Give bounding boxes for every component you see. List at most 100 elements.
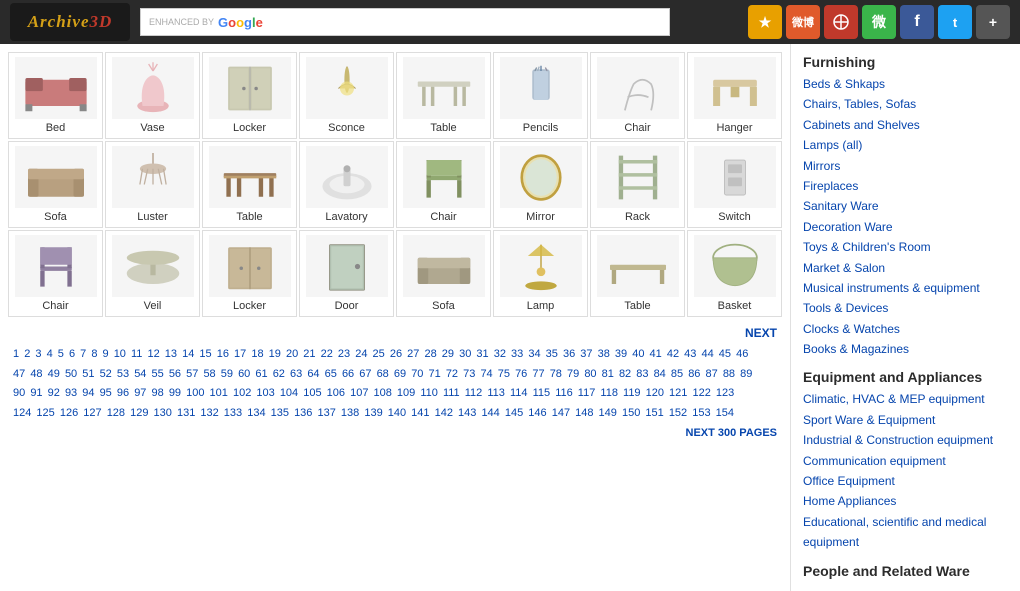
page-link[interactable]: 34 bbox=[528, 348, 540, 360]
sidebar-link-1-4[interactable]: Office Equipment bbox=[803, 471, 1008, 491]
page-link[interactable]: 27 bbox=[407, 348, 419, 360]
grid-item-chair-16[interactable]: Chair bbox=[8, 230, 103, 317]
page-link[interactable]: 102 bbox=[233, 387, 251, 399]
page-link[interactable]: 89 bbox=[740, 368, 752, 380]
page-link[interactable]: 20 bbox=[286, 348, 298, 360]
sidebar-link-0-2[interactable]: Cabinets and Shelves bbox=[803, 115, 1008, 135]
page-link[interactable]: 110 bbox=[420, 387, 438, 399]
sidebar-link-1-1[interactable]: Sport Ware & Equipment bbox=[803, 410, 1008, 430]
page-link[interactable]: 97 bbox=[134, 387, 146, 399]
page-link[interactable]: 1 bbox=[13, 348, 19, 360]
page-link[interactable]: 2 bbox=[24, 348, 30, 360]
page-link[interactable]: 106 bbox=[327, 387, 345, 399]
grid-item-table-10[interactable]: Table bbox=[202, 141, 297, 228]
page-link[interactable]: 18 bbox=[251, 348, 263, 360]
grid-item-lamp-21[interactable]: Lamp bbox=[493, 230, 588, 317]
page-link[interactable]: 109 bbox=[397, 387, 415, 399]
grid-item-locker-18[interactable]: Locker bbox=[202, 230, 297, 317]
page-link[interactable]: 151 bbox=[645, 407, 663, 419]
page-link[interactable]: 90 bbox=[13, 387, 25, 399]
page-link[interactable]: 25 bbox=[373, 348, 385, 360]
page-link[interactable]: 94 bbox=[82, 387, 94, 399]
page-link[interactable]: 129 bbox=[130, 407, 148, 419]
page-link[interactable]: 64 bbox=[307, 368, 319, 380]
wechat-button[interactable]: 微 bbox=[862, 5, 896, 39]
grid-item-lavatory-11[interactable]: Lavatory bbox=[299, 141, 394, 228]
page-link[interactable]: 87 bbox=[706, 368, 718, 380]
sidebar-link-0-4[interactable]: Mirrors bbox=[803, 156, 1008, 176]
grid-item-table-4[interactable]: Table bbox=[396, 52, 491, 139]
page-link[interactable]: 123 bbox=[716, 387, 734, 399]
page-link[interactable]: 115 bbox=[533, 387, 551, 399]
page-link[interactable]: 54 bbox=[134, 368, 146, 380]
page-link[interactable]: 131 bbox=[177, 407, 195, 419]
page-link[interactable]: 11 bbox=[131, 348, 142, 360]
page-link[interactable]: 65 bbox=[325, 368, 337, 380]
sidebar-link-0-3[interactable]: Lamps (all) bbox=[803, 135, 1008, 155]
page-link[interactable]: 15 bbox=[199, 348, 211, 360]
page-link[interactable]: 114 bbox=[510, 387, 528, 399]
page-link[interactable]: 23 bbox=[338, 348, 350, 360]
page-link[interactable]: 80 bbox=[584, 368, 596, 380]
page-link[interactable]: 121 bbox=[669, 387, 687, 399]
page-link[interactable]: 119 bbox=[623, 387, 641, 399]
grid-item-pencils-5[interactable]: Pencils bbox=[493, 52, 588, 139]
sidebar-link-0-9[interactable]: Market & Salon bbox=[803, 258, 1008, 278]
page-link[interactable]: 30 bbox=[459, 348, 471, 360]
page-link[interactable]: 140 bbox=[388, 407, 406, 419]
grid-item-veil-17[interactable]: Veil bbox=[105, 230, 200, 317]
page-link[interactable]: 59 bbox=[221, 368, 233, 380]
page-link[interactable]: 145 bbox=[505, 407, 523, 419]
grid-item-switch-15[interactable]: Switch bbox=[687, 141, 782, 228]
grid-item-luster-9[interactable]: Luster bbox=[105, 141, 200, 228]
page-link[interactable]: 122 bbox=[692, 387, 710, 399]
page-link[interactable]: 92 bbox=[48, 387, 60, 399]
page-link[interactable]: 82 bbox=[619, 368, 631, 380]
page-link[interactable]: 42 bbox=[667, 348, 679, 360]
page-link[interactable]: 134 bbox=[247, 407, 265, 419]
page-link[interactable]: 107 bbox=[350, 387, 368, 399]
page-link[interactable]: 105 bbox=[303, 387, 321, 399]
page-link[interactable]: 150 bbox=[622, 407, 640, 419]
page-link[interactable]: 118 bbox=[600, 387, 618, 399]
page-link[interactable]: 29 bbox=[442, 348, 454, 360]
page-link[interactable]: 117 bbox=[578, 387, 596, 399]
page-link[interactable]: 43 bbox=[684, 348, 696, 360]
weibo-button[interactable]: 微博 bbox=[786, 5, 820, 39]
page-link[interactable]: 39 bbox=[615, 348, 627, 360]
more-button[interactable]: + bbox=[976, 5, 1010, 39]
next-300-link[interactable]: NEXT 300 PAGES bbox=[686, 427, 778, 439]
page-link[interactable]: 130 bbox=[154, 407, 172, 419]
page-link[interactable]: 33 bbox=[511, 348, 523, 360]
page-link[interactable]: 112 bbox=[465, 387, 483, 399]
page-link[interactable]: 78 bbox=[550, 368, 562, 380]
page-link[interactable]: 26 bbox=[390, 348, 402, 360]
sidebar-link-0-6[interactable]: Sanitary Ware bbox=[803, 196, 1008, 216]
page-link[interactable]: 19 bbox=[269, 348, 281, 360]
next-link[interactable]: NEXT bbox=[745, 326, 777, 340]
page-link[interactable]: 9 bbox=[103, 348, 109, 360]
page-link[interactable]: 21 bbox=[303, 348, 315, 360]
page-link[interactable]: 69 bbox=[394, 368, 406, 380]
grid-item-locker-2[interactable]: Locker bbox=[202, 52, 297, 139]
page-link[interactable]: 128 bbox=[107, 407, 125, 419]
page-link[interactable]: 93 bbox=[65, 387, 77, 399]
facebook-button[interactable]: f bbox=[900, 5, 934, 39]
page-link[interactable]: 51 bbox=[82, 368, 94, 380]
page-link[interactable]: 56 bbox=[169, 368, 181, 380]
page-link[interactable]: 132 bbox=[200, 407, 218, 419]
page-link[interactable]: 101 bbox=[210, 387, 228, 399]
sidebar-link-0-0[interactable]: Beds & Shkaps bbox=[803, 74, 1008, 94]
page-link[interactable]: 95 bbox=[100, 387, 112, 399]
page-link[interactable]: 3 bbox=[35, 348, 41, 360]
logo[interactable]: Archive3D bbox=[10, 3, 130, 41]
page-link[interactable]: 8 bbox=[91, 348, 97, 360]
sidebar-link-0-1[interactable]: Chairs, Tables, Sofas bbox=[803, 94, 1008, 114]
page-link[interactable]: 149 bbox=[599, 407, 617, 419]
page-link[interactable]: 60 bbox=[238, 368, 250, 380]
page-link[interactable]: 14 bbox=[182, 348, 194, 360]
sidebar-link-1-3[interactable]: Communication equipment bbox=[803, 451, 1008, 471]
page-link[interactable]: 50 bbox=[65, 368, 77, 380]
page-link[interactable]: 41 bbox=[650, 348, 662, 360]
grid-item-vase-1[interactable]: Vase bbox=[105, 52, 200, 139]
